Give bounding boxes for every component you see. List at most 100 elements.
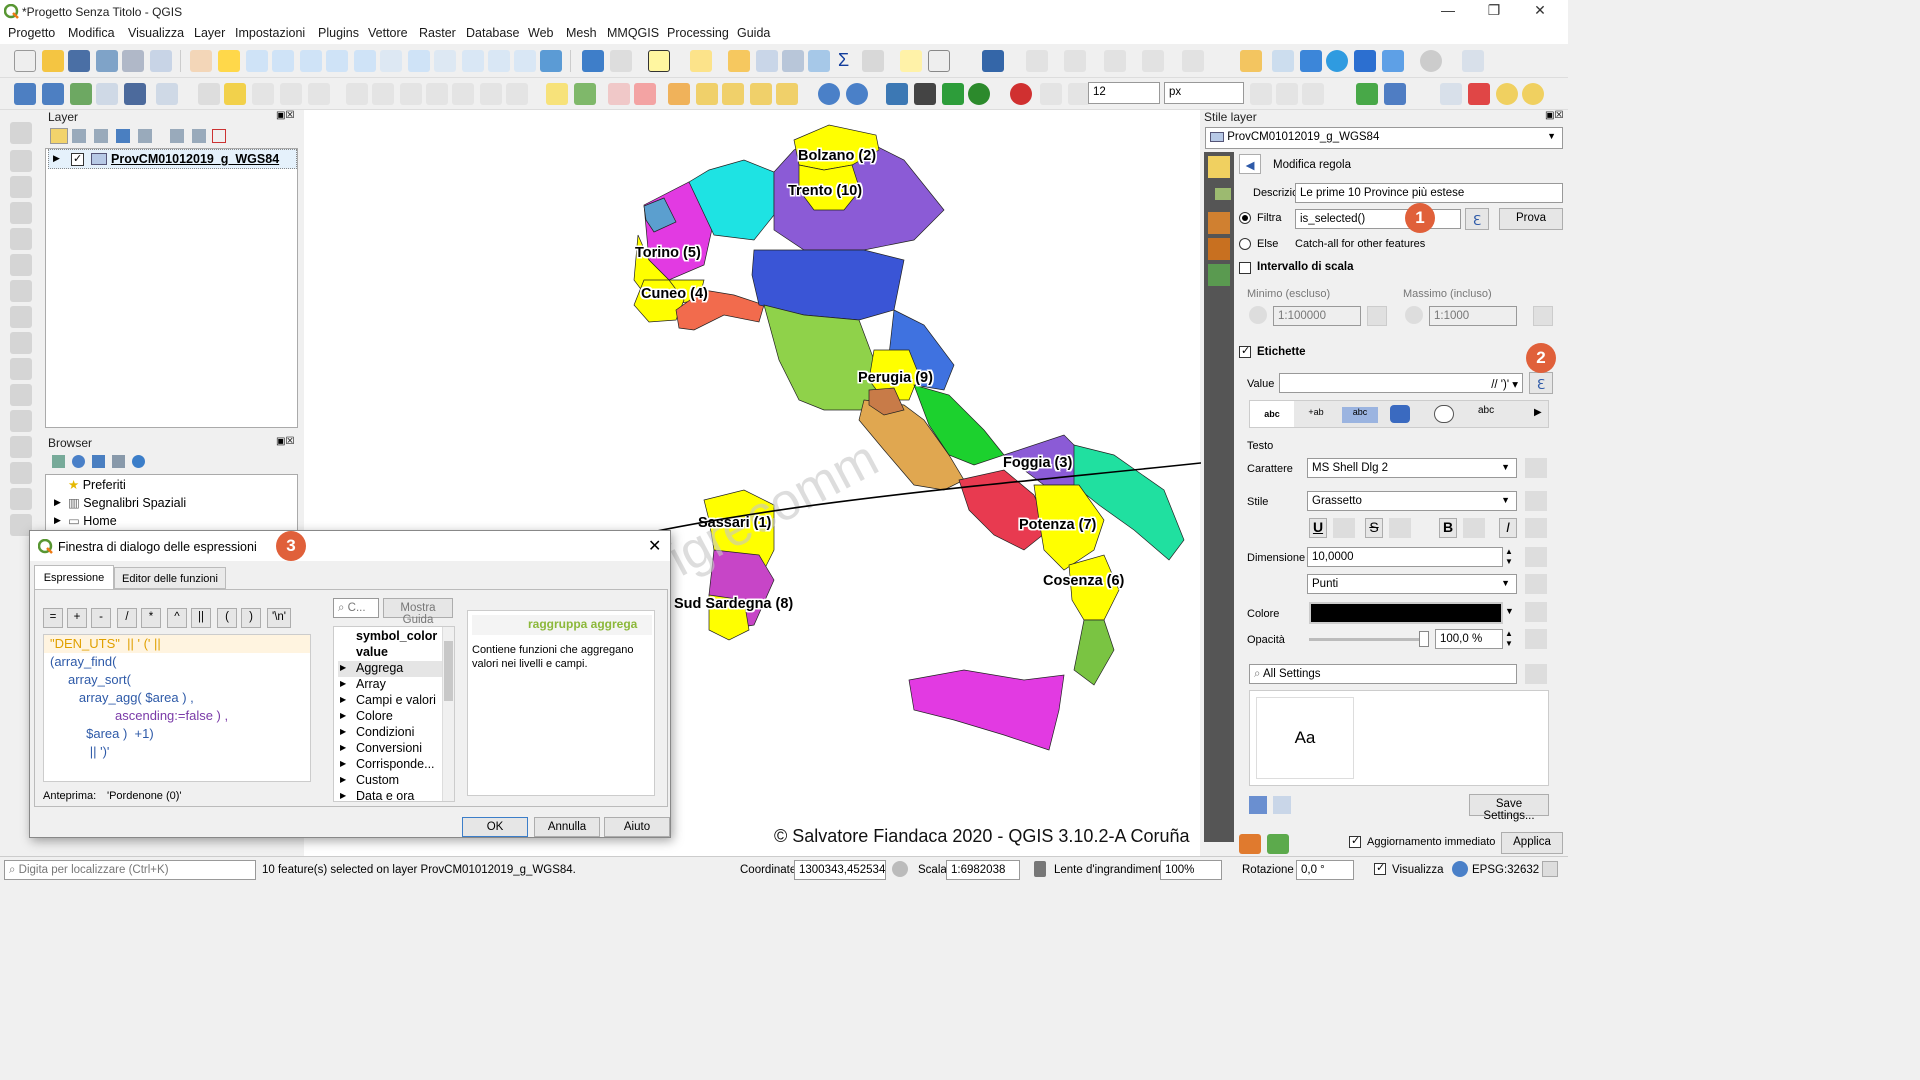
deselect-icon[interactable] — [728, 50, 750, 72]
new-map-view-icon[interactable] — [462, 50, 484, 72]
expand-arrow-icon[interactable]: ▶ — [340, 679, 346, 688]
snap-tolerance-input[interactable]: 12 — [1088, 82, 1160, 104]
op-newline-button[interactable]: '\n' — [267, 608, 291, 628]
expand-arrow-icon[interactable]: ▶ — [54, 515, 61, 526]
settings-options-icon[interactable] — [1525, 664, 1547, 684]
data-defined-override-icon[interactable] — [1525, 574, 1547, 594]
snap-config-icon[interactable] — [1040, 83, 1062, 105]
menu-impostazioni[interactable]: Impostazioni — [235, 26, 305, 40]
menu-mesh[interactable]: Mesh — [566, 26, 597, 40]
underline-button[interactable]: U — [1309, 518, 1327, 538]
browser-item-preferiti[interactable]: ★ Preferiti — [68, 477, 126, 492]
data-defined-override-icon[interactable] — [1525, 518, 1547, 538]
aggiornamento-checkbox[interactable]: ✓ — [1349, 835, 1361, 848]
opacity-spinner[interactable]: ▲ ▼ — [1505, 629, 1517, 649]
func-group[interactable]: Condizioni — [356, 725, 414, 739]
crs-globe-icon[interactable] — [1452, 861, 1468, 877]
tool-10-icon[interactable] — [10, 358, 32, 380]
zoom-full-icon[interactable] — [300, 50, 322, 72]
tool-13-icon[interactable] — [10, 436, 32, 458]
label-move-icon[interactable] — [668, 83, 690, 105]
func-group[interactable]: Data e ora — [356, 789, 414, 801]
layer-select[interactable]: ProvCM01012019_g_WGS84 ▼ — [1205, 127, 1563, 149]
undo-icon[interactable] — [480, 83, 502, 105]
minimize-button[interactable]: — — [1428, 2, 1468, 22]
pencil-edit-icon[interactable] — [224, 83, 246, 105]
style-panel-close-icon[interactable]: ▣☒ — [1545, 110, 1563, 121]
dimensione-input[interactable]: 10,0000 — [1307, 547, 1503, 567]
expand-arrow-icon[interactable]: ▶ — [54, 497, 61, 508]
digitize-point-icon[interactable] — [1026, 50, 1048, 72]
select-features-icon[interactable] — [648, 50, 670, 72]
add-delimited-text-icon[interactable] — [70, 83, 92, 105]
plugin-c-icon[interactable] — [1300, 50, 1322, 72]
menu-visualizza[interactable]: Visualizza — [128, 26, 184, 40]
map-tips-icon[interactable] — [900, 50, 922, 72]
identify-icon[interactable] — [582, 50, 604, 72]
select-by-value-icon[interactable] — [690, 50, 712, 72]
tab-formatting-icon[interactable]: +ab — [1298, 407, 1334, 423]
func-group[interactable]: Custom — [356, 773, 399, 787]
open-project-icon[interactable] — [42, 50, 64, 72]
copy-icon[interactable] — [426, 83, 448, 105]
icon-view-icon[interactable] — [1249, 796, 1267, 814]
function-list-scrollbar[interactable] — [442, 627, 454, 801]
stile-select[interactable]: Grassetto ▼ — [1307, 491, 1517, 511]
data-defined-override-icon[interactable] — [1333, 518, 1355, 538]
locator-search-input[interactable]: ⌕ Digita per localizzare (Ctrl+K) — [4, 860, 256, 880]
plugin-d-icon[interactable] — [1382, 50, 1404, 72]
save-as-icon[interactable] — [96, 50, 118, 72]
undo-style-icon[interactable] — [1239, 834, 1261, 854]
all-settings-search[interactable]: ⌕ All Settings — [1249, 664, 1517, 684]
panel-close-icon[interactable]: ▣☒ — [276, 110, 294, 121]
plugin-ruler-icon[interactable] — [1384, 83, 1406, 105]
redo-icon[interactable] — [506, 83, 528, 105]
globe-b-icon[interactable] — [846, 83, 868, 105]
bold-button[interactable]: B — [1439, 518, 1457, 538]
node-tool-icon[interactable] — [346, 83, 368, 105]
tool-9-icon[interactable] — [10, 332, 32, 354]
add-database-icon[interactable] — [124, 83, 146, 105]
messages-icon[interactable] — [1542, 861, 1558, 877]
layer-row[interactable]: ▶ ✓ ProvCM01012019_g_WGS84 — [48, 149, 297, 169]
tab-editor-funzioni[interactable]: Editor delle funzioni — [114, 567, 226, 589]
label-abc-icon[interactable] — [546, 83, 568, 105]
magnifier-plus-icon[interactable] — [1522, 83, 1544, 105]
plugin-green-icon[interactable] — [1356, 83, 1378, 105]
descrizione-input[interactable]: Le prime 10 Province più estese — [1295, 183, 1563, 203]
function-search-input[interactable]: ⌕ C... — [333, 598, 379, 618]
data-defined-override-icon[interactable] — [1525, 491, 1547, 511]
settings-gear-icon[interactable] — [1420, 50, 1442, 72]
3d-view-icon[interactable] — [1208, 212, 1230, 234]
op-minus-button[interactable]: - — [91, 608, 111, 628]
paste-icon[interactable] — [452, 83, 474, 105]
action-icon[interactable] — [610, 50, 632, 72]
scale-select[interactable]: 1:6982038 — [946, 860, 1020, 880]
expand-arrow-icon[interactable]: ▶ — [340, 711, 346, 720]
coordinate-input[interactable]: 1300343,4525344 — [794, 860, 886, 880]
redo-style-icon[interactable] — [1267, 834, 1289, 854]
value-expression-button[interactable]: ℇ — [1529, 372, 1553, 394]
label-pin-icon[interactable] — [608, 83, 630, 105]
func-group[interactable]: Corrisponde... — [356, 757, 435, 771]
menu-raster[interactable]: Raster — [419, 26, 456, 40]
zoom-native-icon[interactable] — [380, 50, 402, 72]
edit-toggle-icon[interactable] — [198, 83, 220, 105]
add-group-icon[interactable] — [72, 129, 86, 143]
intersect-icon[interactable] — [1276, 83, 1298, 105]
add-layer-icon[interactable] — [14, 83, 36, 105]
magnifier-input[interactable]: 100% — [1160, 860, 1222, 880]
menu-guida[interactable]: Guida — [737, 26, 770, 40]
zoom-next-icon[interactable] — [434, 50, 456, 72]
trace-icon[interactable] — [1250, 83, 1272, 105]
attribute-table-icon[interactable] — [756, 50, 778, 72]
show-bookmarks-icon[interactable] — [514, 50, 536, 72]
else-radio[interactable] — [1239, 238, 1251, 250]
menu-layer[interactable]: Layer — [194, 26, 225, 40]
digitize-polygon-icon[interactable] — [1104, 50, 1126, 72]
zoom-out-icon[interactable] — [272, 50, 294, 72]
intervallo-checkbox[interactable] — [1239, 262, 1251, 274]
lock-scale-icon[interactable] — [1034, 861, 1046, 877]
value-input[interactable]: // ')' ▾ — [1279, 373, 1523, 393]
filter-expression-button[interactable]: ℇ — [1465, 208, 1489, 230]
